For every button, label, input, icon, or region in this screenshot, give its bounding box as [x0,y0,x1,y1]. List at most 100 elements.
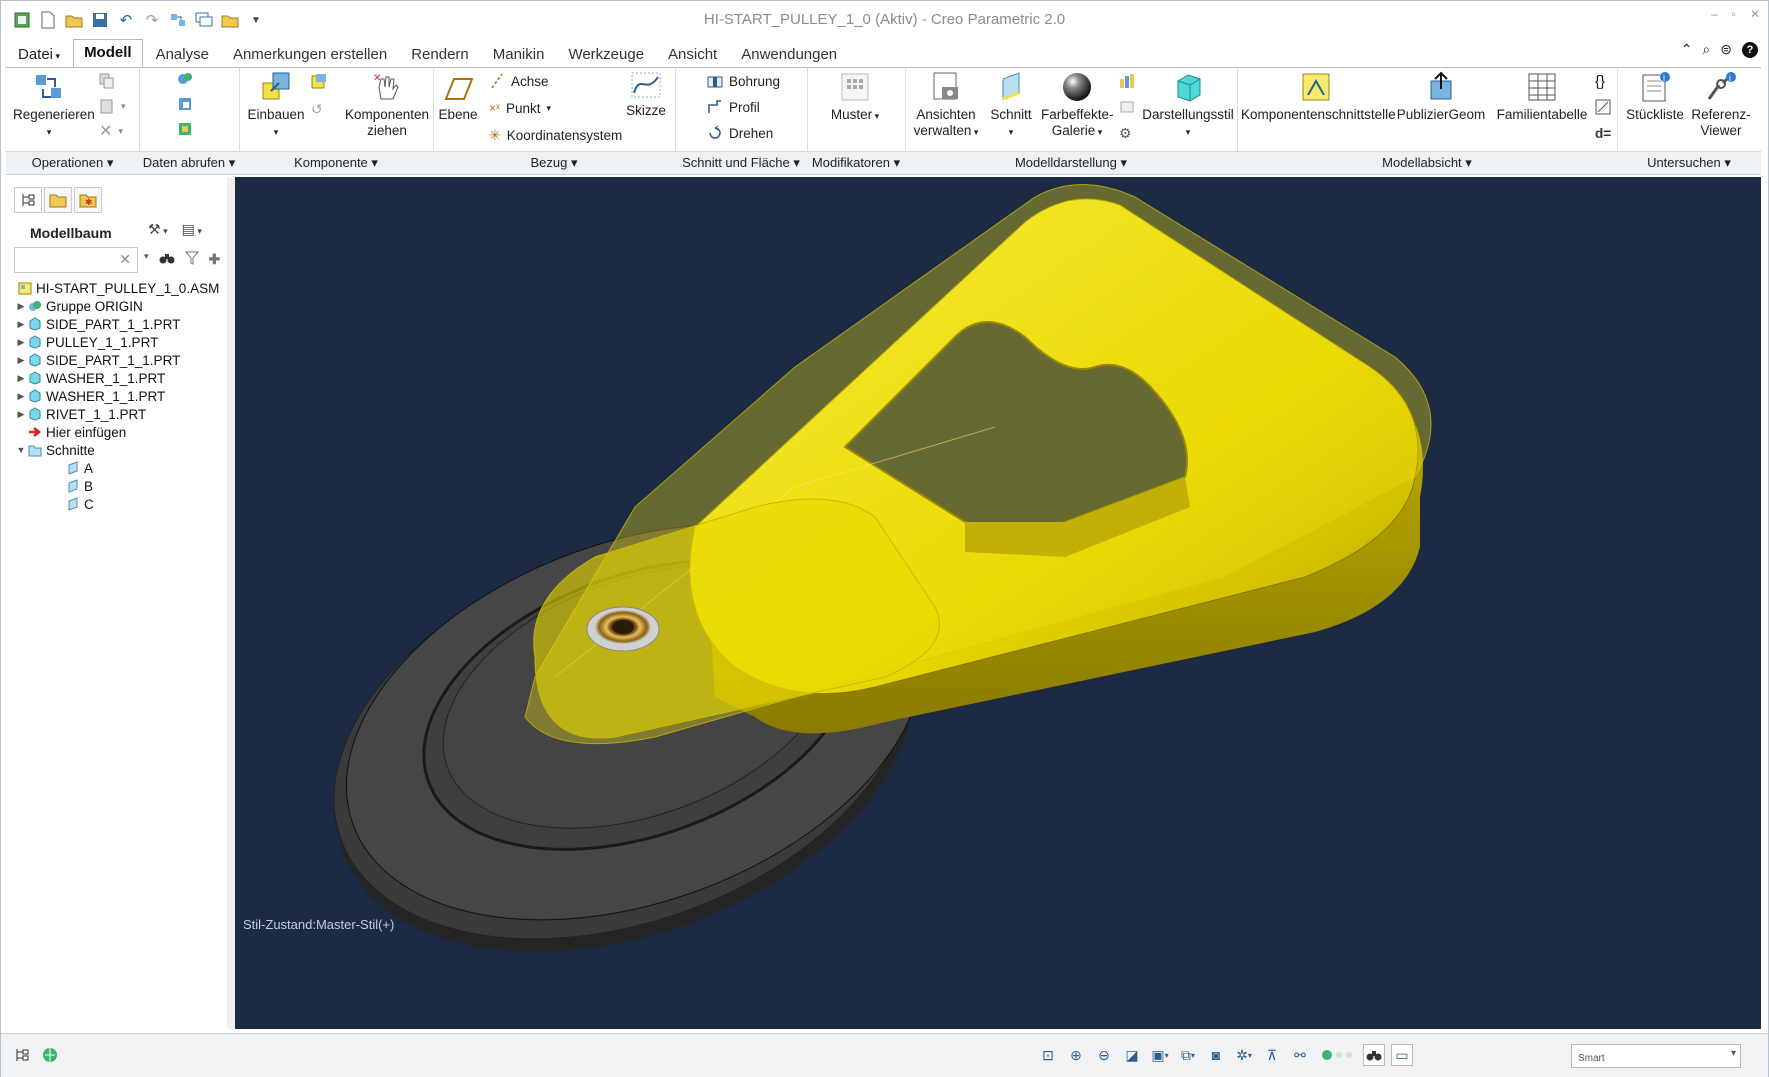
help-icon[interactable]: ? [1742,41,1758,58]
user-defined-feature-icon[interactable] [177,69,193,89]
display-style-button[interactable]: ⚙ [1119,123,1132,143]
tree-item[interactable]: A [14,459,232,477]
panel-scrollbar[interactable] [227,177,235,1029]
expand-arrow-icon[interactable]: ▶ [14,373,28,384]
group-cut-surface[interactable]: Schnitt und Fläche ▾ [675,155,807,171]
point-button[interactable]: ×ˣ Punkt ▾ [489,98,551,118]
search-icon[interactable]: ⌕ [1702,41,1710,58]
hole-button[interactable]: Bohrung [707,71,780,91]
group-get-data[interactable]: Daten abrufen ▾ [139,155,239,171]
tree-item[interactable]: ▼ Schnitte [14,441,232,459]
manage-views-button[interactable]: Ansichten verwalten ▾ [911,71,981,140]
coordinate-system-button[interactable]: ✳ Koordinatensystem [489,125,622,145]
datum-display-icon[interactable]: ✲ ▾ [1233,1044,1255,1066]
group-model-intent[interactable]: Modellabsicht ▾ [1237,155,1617,171]
shrinkwrap-icon[interactable] [177,119,193,139]
community-icon[interactable]: ⊜ [1720,41,1732,58]
tree-item[interactable]: B [14,477,232,495]
create-component-icon[interactable] [311,71,327,91]
expand-arrow-icon[interactable]: ▶ [14,301,28,312]
refit-icon[interactable]: ⊡ [1037,1044,1059,1066]
annotation-display-icon[interactable]: ⊼ [1261,1044,1283,1066]
repeat-icon[interactable]: ↺ [311,99,323,119]
family-table-button[interactable]: Familientabelle [1493,71,1591,123]
assemble-button[interactable]: Einbauen ▾ [245,71,307,140]
find-icon[interactable] [1363,1044,1385,1066]
d-equals-button[interactable]: d= [1595,123,1611,143]
tab-model[interactable]: Modell [73,39,143,67]
minimize-button[interactable]: – [1711,7,1718,21]
delete-icon[interactable]: ✕ ▾ [99,121,123,141]
model-tree-search[interactable]: ✕ [14,247,138,273]
view-manager-icon[interactable]: ◙ [1205,1044,1227,1066]
model-tree-tab[interactable] [14,187,42,213]
collapse-ribbon-icon[interactable]: ⌃ [1681,41,1693,58]
expanded-arrow-icon[interactable]: ▼ [14,445,28,455]
publish-geom-button[interactable]: PublizierGeom [1394,71,1488,123]
regenerate-button[interactable]: Regenerieren ▾ [13,71,95,140]
plane-button[interactable]: Ebene [437,75,479,123]
component-interface-button[interactable]: Komponentenschnittstelle [1241,71,1396,123]
add-icon[interactable]: ✚ [209,251,221,268]
group-modifiers[interactable]: Modifikatoren ▾ [807,155,905,171]
group-operations[interactable]: Operationen ▾ [6,155,139,171]
tree-item[interactable]: HI-START_PULLEY_1_0.ASM [14,279,232,297]
tab-applications[interactable]: Anwendungen [730,41,848,67]
filter-icon[interactable] [184,251,199,268]
tab-analysis[interactable]: Analyse [145,41,220,67]
expand-arrow-icon[interactable]: ▶ [14,337,28,348]
display-settings-icon[interactable] [1119,71,1135,91]
tab-tools[interactable]: Werkzeuge [557,41,655,67]
tree-item[interactable]: ▶ SIDE_PART_1_1.PRT [14,351,232,369]
tree-item[interactable]: ▶ RIVET_1_1.PRT [14,405,232,423]
tree-item[interactable]: ▶ Gruppe ORIGIN [14,297,232,315]
tab-render[interactable]: Rendern [400,41,480,67]
copy-icon[interactable] [99,71,115,91]
pattern-button[interactable]: Muster ▾ [823,71,887,124]
copy-geometry-icon[interactable] [177,94,193,114]
group-component[interactable]: Komponente ▾ [239,155,433,171]
zoom-out-icon[interactable]: ⊖ [1093,1044,1115,1066]
search-input[interactable] [19,249,115,271]
paste-icon[interactable]: ▾ [99,96,126,116]
graphics-viewport[interactable]: Stil-Zustand:Master-Stil(+) [235,177,1761,1029]
tree-item[interactable]: ▶ SIDE_PART_1_1.PRT [14,315,232,333]
display-style-dropdown[interactable]: Darstellungsstil ▾ [1141,71,1235,140]
folder-browser-tab[interactable] [44,187,72,213]
search-dropdown-icon[interactable]: ▾ [144,251,149,268]
group-model-display[interactable]: Modelldarstellung ▾ [905,155,1237,171]
tree-item[interactable]: Hier einfügen [14,423,232,441]
parameters-icon[interactable] [1595,97,1611,117]
tab-manikin[interactable]: Manikin [482,41,556,67]
tab-file[interactable]: Datei ▾ [7,41,71,67]
expand-arrow-icon[interactable]: ▶ [14,391,28,402]
axis-button[interactable]: Achse [489,71,549,91]
tree-item[interactable]: ▶ PULLEY_1_1.PRT [14,333,232,351]
expand-arrow-icon[interactable]: ▶ [14,409,28,420]
relations-braces-icon[interactable]: {} [1595,71,1605,91]
toggle-browser-icon[interactable] [39,1044,61,1066]
toggle-navigator-icon[interactable] [11,1044,33,1066]
rivet-washer[interactable] [586,606,660,652]
selection-filter-dropdown[interactable]: Smart ▾ [1571,1044,1741,1068]
section-button[interactable]: Schnitt ▾ [986,71,1036,140]
expand-arrow-icon[interactable]: ▶ [14,319,28,330]
display-style-icon[interactable]: ▣ ▾ [1149,1044,1171,1066]
binoculars-icon[interactable] [159,251,175,268]
favorites-tab[interactable]: ✱ [74,187,102,213]
tree-item[interactable]: ▶ WASHER_1_1.PRT [14,369,232,387]
tree-item[interactable]: C [14,495,232,513]
perspective-icon[interactable] [1119,97,1135,117]
revolve-button[interactable]: Drehen [707,123,773,143]
close-button[interactable]: ✕ [1750,7,1760,21]
show-icon[interactable]: ▤ ▾ [182,221,202,238]
tab-annotate[interactable]: Anmerkungen erstellen [222,41,398,67]
spin-center-icon[interactable]: ⚯ [1289,1044,1311,1066]
tab-view[interactable]: Ansicht [657,41,728,67]
expand-arrow-icon[interactable]: ▶ [14,355,28,366]
tree-settings-icon[interactable]: ⚒ ▾ [148,221,168,238]
repaint-icon[interactable]: ◪ [1121,1044,1143,1066]
profile-button[interactable]: Profil [707,97,760,117]
zoom-in-icon[interactable]: ⊕ [1065,1044,1087,1066]
drag-components-button[interactable]: ✕ Komponenten ziehen [343,71,431,139]
